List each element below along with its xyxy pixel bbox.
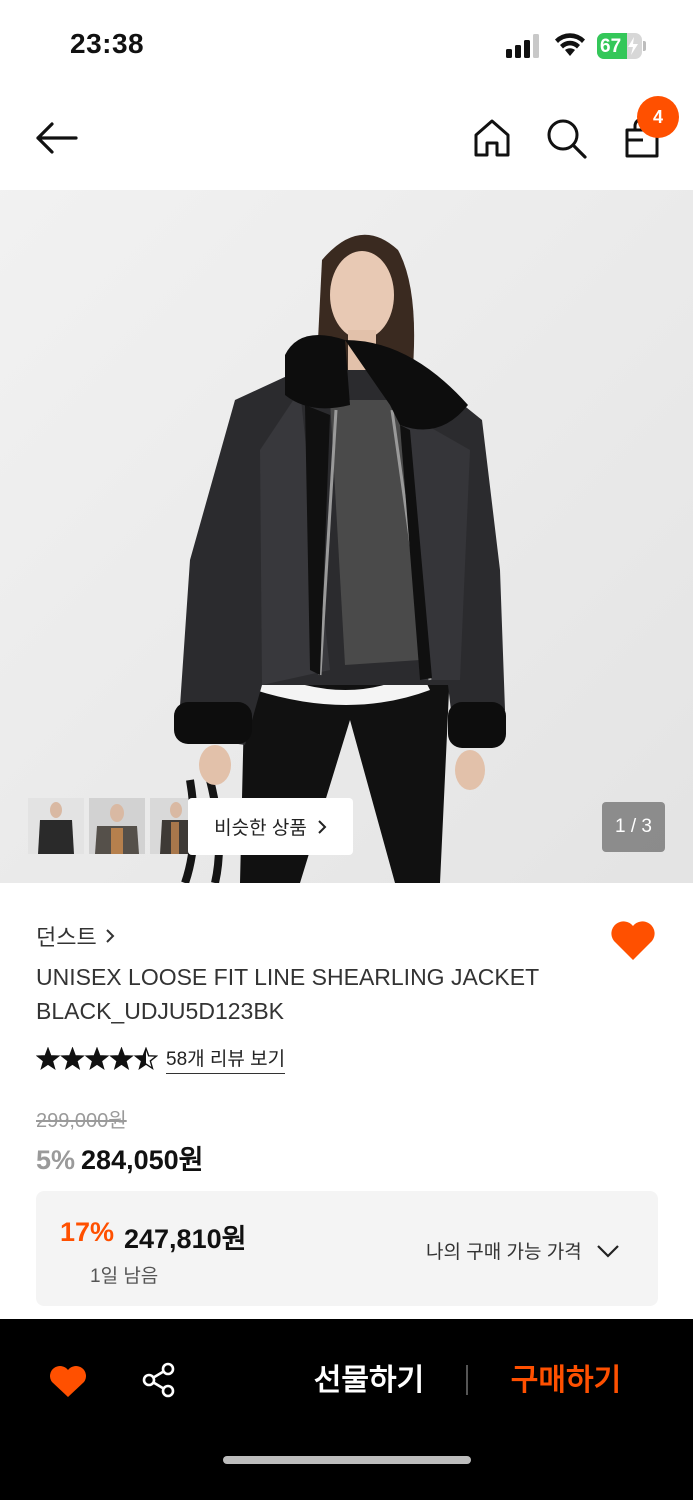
status-time: 23:38 [70,28,145,59]
coupon-remaining-time: 1일 남음 [90,1266,159,1287]
product-image[interactable]: 비슷한 상품 1 / 3 [0,190,693,883]
product-name: UNISEX LOOSE FIT LINE SHEARLING JACKET B… [36,964,539,1024]
sale-price: 284,050원 [81,1145,204,1175]
brand-name: 던스트 [36,925,97,950]
image-counter: 1 / 3 [602,802,665,852]
my-price-toggle[interactable]: 나의 구매 가능 가격 [426,1237,620,1264]
original-price: 299,000원 [36,1110,127,1132]
star-fill [37,1048,59,1069]
wifi-icon [555,33,585,56]
star-fill [86,1048,108,1069]
discount-rate: 5% [36,1145,76,1175]
search-icon[interactable] [544,116,588,160]
rating-row: 58개 리뷰 보기 [36,1044,286,1074]
star-fill [62,1048,83,1069]
top-nav [0,90,693,190]
cart-count-badge: 4 [637,96,679,138]
coupon-discount-rate: 17% [60,1217,115,1247]
chevron-right-icon [106,929,115,943]
chevron-right-icon [318,819,327,834]
similar-products-label: 비슷한 상품 [214,818,307,839]
price-row: 5% 284,050원 [36,1138,203,1177]
status-bar: 23:38 67 [0,0,693,90]
similar-products-button[interactable]: 비슷한 상품 [188,798,353,855]
home-indicator [223,1456,471,1464]
product-photo [0,190,693,883]
thumbnail-1[interactable] [28,798,84,854]
star-rating [36,1047,158,1071]
star-fill [111,1048,132,1069]
coupon-price: 247,810원 [124,1224,247,1254]
my-price-label: 나의 구매 가능 가격 [426,1242,582,1263]
battery-icon: 67 [597,33,647,59]
brand-link[interactable]: 던스트 [36,920,115,952]
share-icon[interactable] [140,1361,178,1399]
wishlist-heart-icon[interactable] [48,1363,88,1399]
thumbnail-2[interactable] [89,798,145,854]
cellular-signal-icon [506,34,542,58]
gift-button[interactable]: 선물하기 [280,1359,458,1403]
bottom-action-bar: 선물하기 구매하기 [0,1319,693,1500]
battery-level: 67 [600,36,622,57]
coupon-price-box[interactable]: 17% 247,810원 1일 남음 나의 구매 가능 가격 [36,1191,658,1306]
wishlist-heart-icon[interactable] [608,916,658,962]
thumbnail-3[interactable] [150,798,188,854]
divider [466,1365,468,1395]
home-icon[interactable] [470,116,514,160]
review-link[interactable]: 58개 리뷰 보기 [166,1044,286,1074]
chevron-down-icon [596,1244,619,1258]
back-arrow-icon[interactable] [32,118,80,158]
buy-button[interactable]: 구매하기 [480,1359,652,1403]
